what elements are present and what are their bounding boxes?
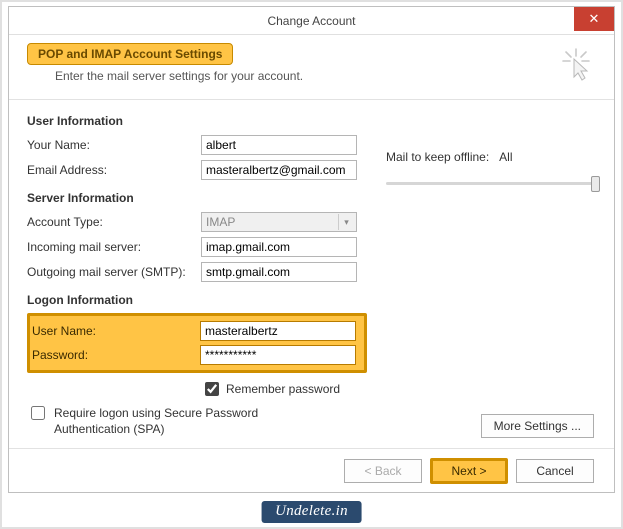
slider-track	[386, 182, 596, 185]
label-mail-keep: Mail to keep offline:	[386, 150, 489, 164]
back-button: < Back	[344, 459, 422, 483]
row-remember: Remember password	[201, 379, 368, 399]
section-user-info: User Information	[27, 114, 368, 128]
your-name-input[interactable]	[201, 135, 357, 155]
username-input[interactable]	[200, 321, 356, 341]
more-settings-button[interactable]: More Settings ...	[481, 414, 594, 438]
password-input[interactable]	[200, 345, 356, 365]
close-icon: ✕	[589, 11, 600, 27]
chevron-down-icon: ▾	[338, 214, 354, 230]
section-server-info: Server Information	[27, 191, 368, 205]
incoming-server-input[interactable]	[201, 237, 357, 257]
mail-keep-value: All	[499, 150, 512, 164]
headline-callout: POP and IMAP Account Settings	[27, 43, 233, 65]
row-your-name: Your Name:	[27, 134, 368, 156]
mail-keep-row: Mail to keep offline: All	[386, 150, 596, 164]
dialog-footer: < Back Next > Cancel	[9, 448, 614, 492]
left-column: User Information Your Name: Email Addres…	[27, 104, 368, 448]
row-username: User Name:	[32, 320, 362, 342]
row-spa: Require logon using Secure Password Auth…	[27, 405, 368, 437]
dialog-header: POP and IMAP Account Settings Enter the …	[9, 35, 614, 99]
remember-password-checkbox[interactable]	[205, 382, 219, 396]
row-outgoing: Outgoing mail server (SMTP):	[27, 261, 368, 283]
cancel-button[interactable]: Cancel	[516, 459, 594, 483]
watermark: Undelete.in	[261, 501, 362, 523]
account-type-value: IMAP	[206, 215, 235, 229]
header-subtitle: Enter the mail server settings for your …	[55, 69, 596, 83]
outgoing-server-input[interactable]	[201, 262, 357, 282]
spa-checkbox[interactable]	[31, 406, 45, 420]
row-account-type: Account Type: IMAP ▾	[27, 211, 368, 233]
row-incoming: Incoming mail server:	[27, 236, 368, 258]
titlebar: Change Account ✕	[9, 7, 614, 35]
logon-highlight-box: User Name: Password:	[27, 313, 367, 373]
label-account-type: Account Type:	[27, 215, 201, 229]
cursor-click-icon	[560, 47, 592, 83]
close-button[interactable]: ✕	[574, 7, 614, 31]
label-spa: Require logon using Secure Password Auth…	[54, 405, 334, 437]
label-your-name: Your Name:	[27, 138, 201, 152]
row-password: Password:	[32, 344, 362, 366]
label-outgoing: Outgoing mail server (SMTP):	[27, 265, 201, 279]
account-type-select[interactable]: IMAP ▾	[201, 212, 357, 232]
label-incoming: Incoming mail server:	[27, 240, 201, 254]
section-logon-info: Logon Information	[27, 293, 368, 307]
row-email: Email Address:	[27, 159, 368, 181]
next-button[interactable]: Next >	[430, 458, 508, 484]
change-account-dialog: Change Account ✕ POP and IMAP Account Se…	[8, 6, 615, 493]
label-email: Email Address:	[27, 163, 201, 177]
label-username: User Name:	[32, 324, 200, 338]
label-password: Password:	[32, 348, 200, 362]
slider-thumb[interactable]	[591, 176, 600, 192]
mail-keep-slider[interactable]	[386, 174, 596, 194]
right-column: Mail to keep offline: All	[368, 104, 596, 448]
dialog-body: User Information Your Name: Email Addres…	[9, 100, 614, 448]
email-input[interactable]	[201, 160, 357, 180]
label-remember: Remember password	[226, 382, 340, 396]
window-title: Change Account	[9, 14, 614, 28]
